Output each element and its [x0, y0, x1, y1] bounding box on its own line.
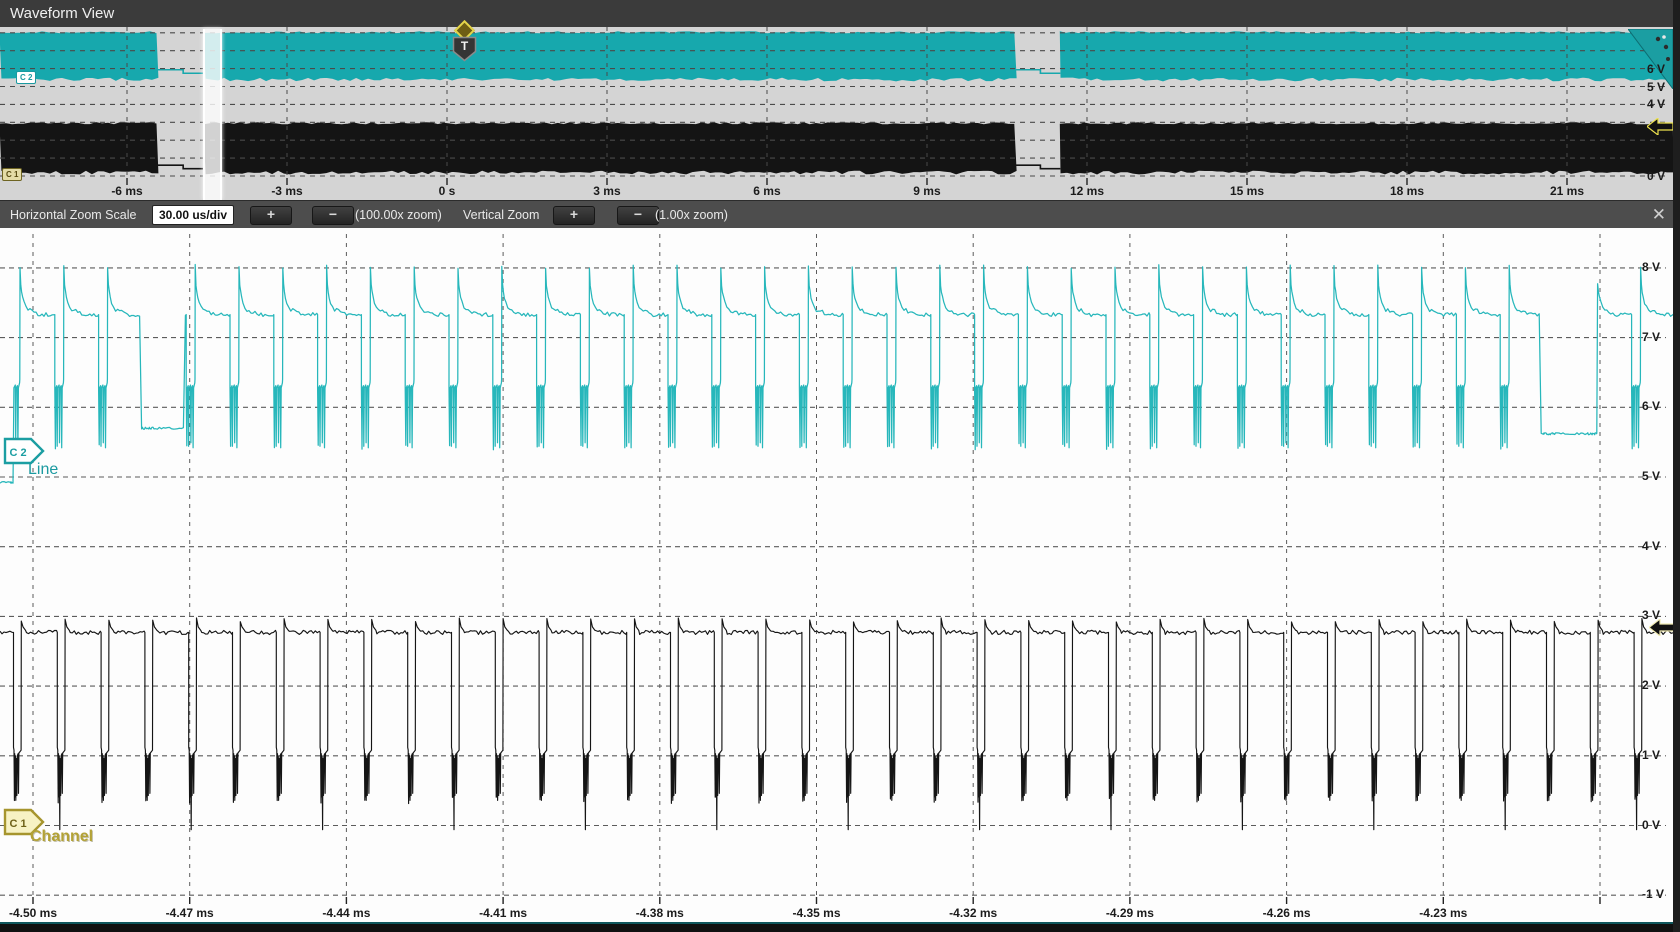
overview-x-tick-label: 21 ms [1522, 184, 1612, 198]
h-zoom-readout: (100.00x zoom) [355, 201, 442, 229]
overview-c2-tag[interactable]: C 2 [16, 71, 36, 84]
overview-x-tick-label: 15 ms [1202, 184, 1292, 198]
c2-channel-name: Line [28, 461, 58, 479]
overview-plot [0, 27, 1673, 200]
main-y-tick-label: 6 V [1642, 399, 1660, 413]
main-y-tick-label: 1 V [1642, 748, 1660, 762]
overview-x-tick-label: 9 ms [882, 184, 972, 198]
overview-x-tick-label: 3 ms [562, 184, 652, 198]
zoom-toolbar: Horizontal Zoom Scale + − (100.00x zoom)… [0, 200, 1680, 230]
window-title: Waveform View [10, 0, 114, 27]
trigger-letter: T [461, 39, 469, 53]
main-x-tick-label: -4.32 ms [928, 906, 1018, 920]
main-x-tick-label: -4.44 ms [301, 906, 391, 920]
waveform-overview-pane: C 2 C 1 T 6 V 5 V 4 V 0 V -6 ms -3 ms 0 s 3 ms… [0, 27, 1680, 200]
v-zoom-plus-button[interactable]: + [553, 206, 595, 225]
overview-x-tick-label: -3 ms [242, 184, 332, 198]
main-x-tick-label: -4.50 ms [0, 906, 78, 920]
main-y-tick-label: 2 V [1642, 678, 1660, 692]
vertical-zoom-label: Vertical Zoom [463, 201, 539, 229]
main-y-tick-label: 8 V [1642, 260, 1660, 274]
overview-y-tick-label: 5 V [1647, 80, 1665, 94]
overview-y-tick-label: 6 V [1647, 62, 1665, 76]
c2-trace [0, 265, 1673, 484]
main-x-tick-label: -4.47 ms [145, 906, 235, 920]
main-x-tick-label: -4.29 ms [1085, 906, 1175, 920]
main-y-tick-label: 3 V [1642, 608, 1660, 622]
overview-y-tick-label: 4 V [1647, 97, 1665, 111]
c2-badge-label: C 2 [9, 447, 26, 459]
right-edge-border [1673, 0, 1680, 932]
main-y-tick-label: 7 V [1642, 330, 1660, 344]
overview-x-tick-label: 0 s [402, 184, 492, 198]
bottom-edge-bar [0, 922, 1680, 932]
overview-x-tick-label: 12 ms [1042, 184, 1132, 198]
zoomed-waveform-pane: C 2 Line C 1 Channel 8 V 7 V 6 V 5 V 4 V 3 V 2… [0, 228, 1680, 922]
overview-x-tick-label: -6 ms [82, 184, 172, 198]
overview-c1-tag[interactable]: C 1 [2, 168, 22, 181]
main-x-tick-label: -4.26 ms [1242, 906, 1332, 920]
c1-badge-label: C 1 [9, 818, 26, 830]
horizontal-scale-input[interactable] [152, 205, 234, 225]
oscilloscope-screen: Waveform View C 2 C 1 T 6 V 5 V 4 V 0 V -6 … [0, 0, 1680, 932]
main-y-tick-label: 0 V [1642, 818, 1660, 832]
main-x-tick-label: -4.41 ms [458, 906, 548, 920]
c1-trace [0, 618, 1673, 830]
h-zoom-minus-button[interactable]: − [312, 206, 354, 225]
main-x-tick-label: -4.23 ms [1398, 906, 1488, 920]
overview-trigger-level-arrow-icon[interactable] [1647, 118, 1673, 135]
h-zoom-plus-button[interactable]: + [250, 206, 292, 225]
zoomed-plot [0, 228, 1673, 922]
v-zoom-readout: (1.00x zoom) [655, 201, 728, 229]
v-zoom-minus-button[interactable]: − [617, 206, 659, 225]
overview-x-tick-label: 6 ms [722, 184, 812, 198]
window-title-bar: Waveform View [0, 0, 1680, 28]
overview-x-tick-label: 18 ms [1362, 184, 1452, 198]
trigger-position-marker[interactable]: T [452, 36, 477, 62]
close-zoom-icon[interactable]: ✕ [1652, 201, 1666, 229]
main-y-tick-label: -1 V [1642, 887, 1664, 901]
c1-channel-name: Channel [30, 828, 93, 846]
main-x-tick-label: -4.38 ms [615, 906, 705, 920]
main-y-tick-label: 4 V [1642, 539, 1660, 553]
zoom-window-indicator[interactable] [203, 29, 222, 200]
overview-y-tick-label: 0 V [1647, 169, 1665, 183]
horizontal-zoom-scale-label: Horizontal Zoom Scale [10, 201, 136, 229]
main-y-tick-label: 5 V [1642, 469, 1660, 483]
main-x-tick-label: -4.35 ms [771, 906, 861, 920]
